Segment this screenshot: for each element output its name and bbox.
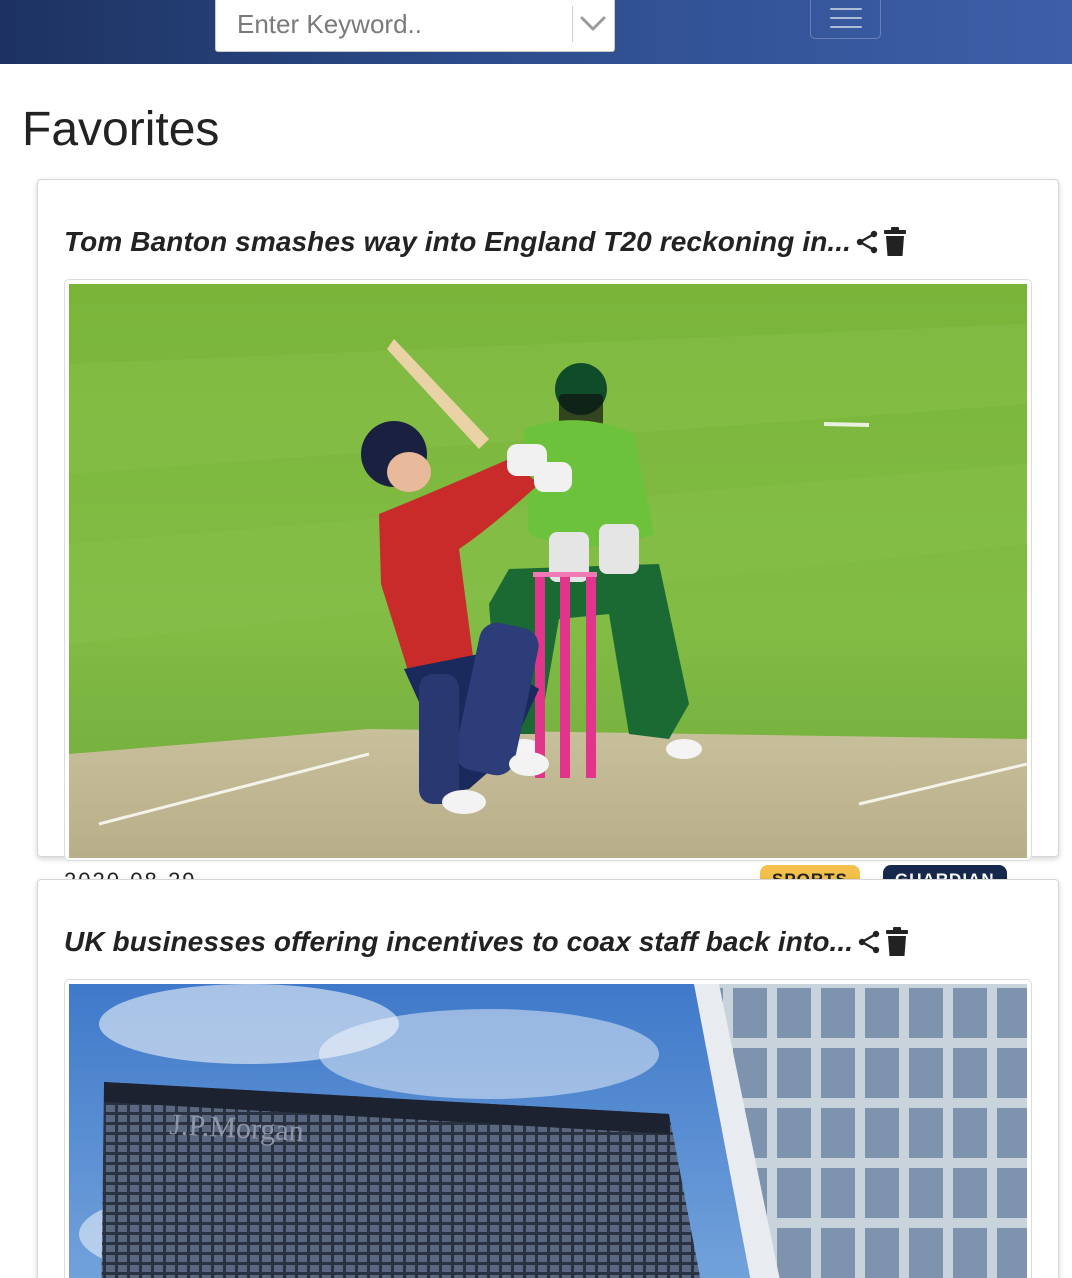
section-badge: SPORTS [760, 865, 860, 879]
article-title[interactable]: Tom Banton smashes way into England T20 … [64, 226, 851, 258]
keyword-search-box[interactable] [215, 0, 615, 52]
hamburger-icon-bar [829, 7, 862, 10]
building-sign: J.P.Morgan [169, 1108, 305, 1148]
hamburger-icon-bar [829, 16, 862, 19]
card-header: Tom Banton smashes way into England T20 … [64, 222, 907, 262]
cricket-batsman-photo [69, 284, 1027, 858]
source-badge: GUARDIAN [883, 865, 1007, 879]
article-image[interactable]: J.P.Morgan [64, 979, 1032, 1278]
jp-morgan-building-photo: J.P.Morgan [69, 984, 1027, 1278]
favorite-article-card[interactable]: Tom Banton smashes way into England T20 … [37, 179, 1059, 861]
favorite-article-card[interactable]: UK businesses offering incentives to coa… [37, 879, 1059, 1278]
chevron-down-icon[interactable] [573, 0, 614, 51]
hamburger-menu-button[interactable] [810, 0, 881, 39]
trash-icon[interactable] [883, 227, 907, 257]
hamburger-icon-bar [829, 25, 862, 28]
article-meta-row: 2020-08-29 SPORTS GUARDIAN [0, 857, 1072, 879]
share-icon[interactable] [857, 929, 881, 955]
card-header: UK businesses offering incentives to coa… [64, 922, 909, 962]
share-icon[interactable] [855, 229, 879, 255]
search-input[interactable] [216, 0, 572, 51]
article-title[interactable]: UK businesses offering incentives to coa… [64, 926, 853, 958]
article-image[interactable] [64, 279, 1032, 861]
article-date: 2020-08-29 [64, 868, 197, 879]
navbar [0, 0, 1072, 64]
trash-icon[interactable] [885, 927, 909, 957]
page-title: Favorites [22, 103, 220, 156]
